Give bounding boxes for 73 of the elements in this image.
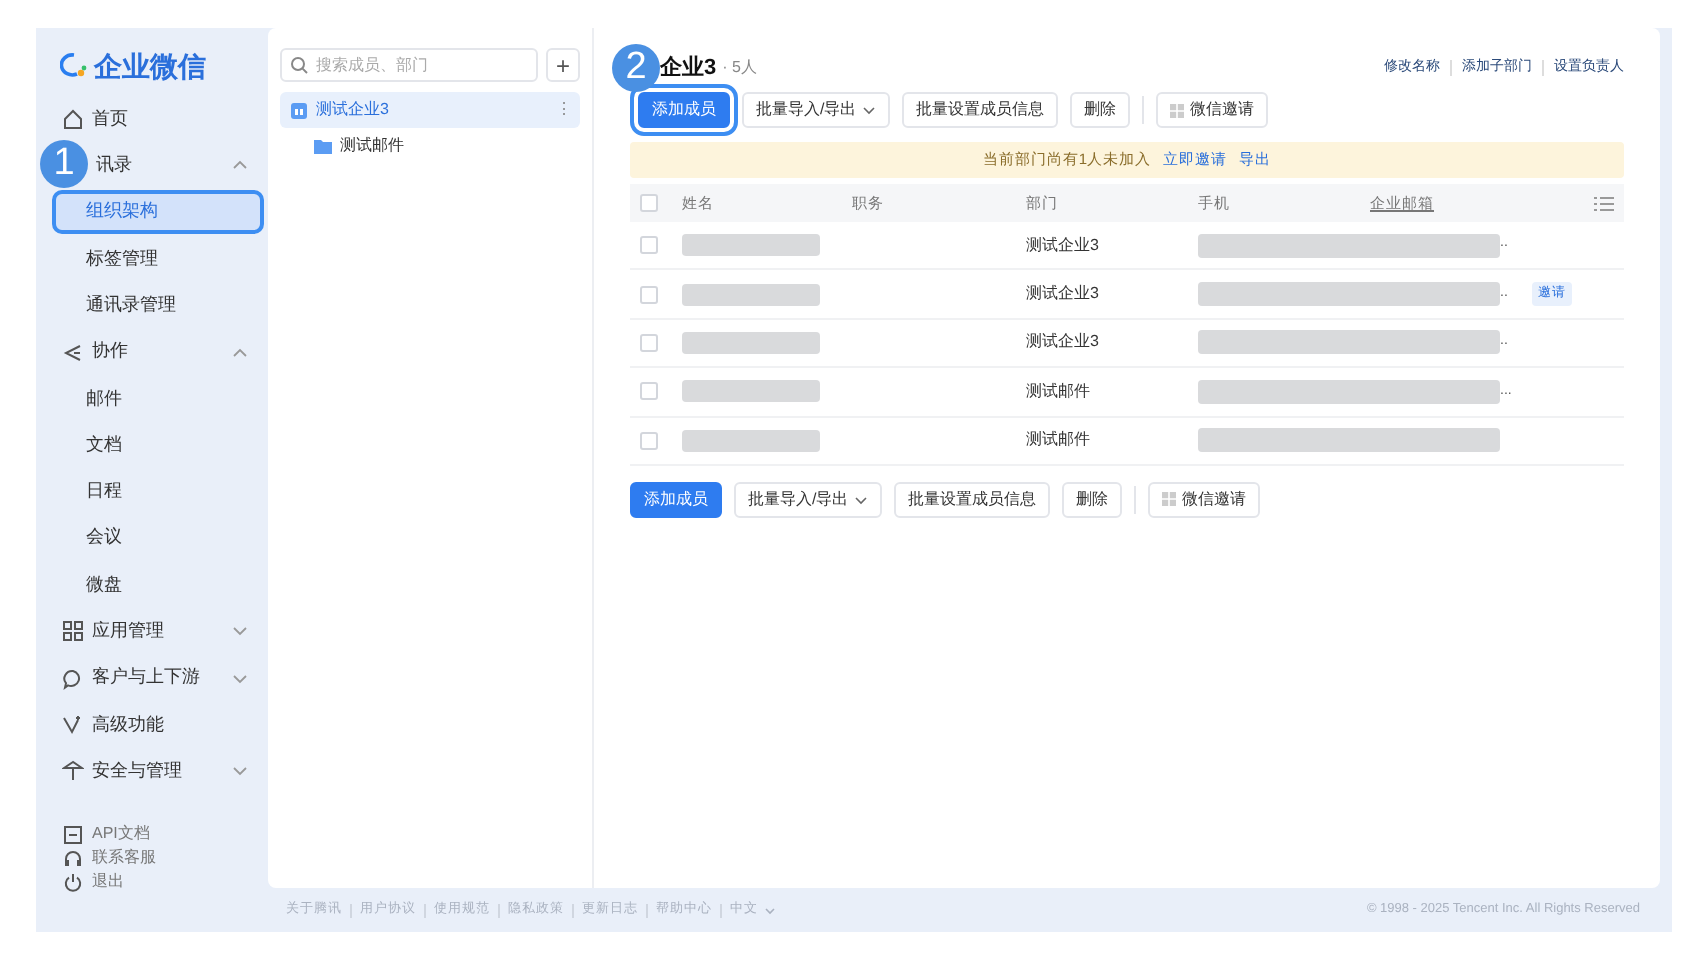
sidebar-link[interactable]: 联系客服 (56, 846, 268, 871)
tree-item[interactable]: 测试企业3 ⋮ (280, 92, 580, 128)
checkbox[interactable] (640, 285, 658, 304)
chevron-down-icon (854, 493, 869, 506)
checkbox[interactable] (640, 431, 658, 450)
sidebar-item[interactable]: 通讯录管理 (56, 287, 260, 324)
toolbar-button[interactable]: 微信邀请 (1148, 481, 1261, 518)
sidebar-item[interactable]: 日程 (56, 473, 260, 510)
logo-text: 企业微信 (94, 52, 206, 80)
checkbox[interactable] (640, 382, 658, 401)
toolbar-button[interactable]: 批量设置成员信息 (894, 481, 1051, 518)
checkbox[interactable] (640, 194, 658, 212)
search-icon (290, 56, 308, 74)
sidebar-item[interactable]: 客户与上下游 (56, 660, 268, 697)
department-title: 企业3 (660, 53, 717, 84)
power-icon (62, 871, 84, 894)
grid-icon (1162, 492, 1177, 507)
toolbar-button[interactable]: 批量导入/导出 (734, 481, 883, 518)
redacted-bar (682, 234, 820, 257)
table-cell-text: 测试邮件 (1026, 379, 1092, 404)
logo-icon (60, 52, 88, 80)
table-cell-text: 测试企业3 (1026, 282, 1101, 307)
sidebar-item[interactable]: 邮件 (56, 380, 260, 417)
headset-icon (62, 847, 84, 870)
redacted-bar (682, 331, 820, 354)
add-button[interactable]: + (546, 48, 580, 82)
sidebar-item[interactable]: 微盘 (56, 566, 260, 603)
tree-item[interactable]: 测试邮件 (280, 128, 580, 164)
chevron-down-icon (232, 671, 248, 686)
redacted-bar (682, 429, 820, 452)
redacted-bar (682, 283, 820, 306)
sidebar-link[interactable]: 退出 (56, 870, 268, 895)
sidebar-item[interactable]: 会议 (56, 520, 260, 557)
toolbar-button[interactable]: 批量设置成员信息 (902, 92, 1059, 128)
sidebar-item[interactable]: 应用管理 (56, 613, 268, 650)
chevron-down-icon (764, 905, 776, 915)
sidebar-item[interactable]: 标签管理 (56, 240, 260, 277)
sidebar-item[interactable]: 讯录 (90, 147, 268, 184)
search-field[interactable]: 搜索成员、部门 (280, 48, 538, 82)
share-icon (62, 341, 84, 364)
sidebar-item[interactable]: 协作 (56, 334, 268, 371)
sidebar-item[interactable]: 安全与管理 (56, 753, 268, 790)
grid-icon (62, 620, 84, 643)
chevron-up-icon (232, 345, 248, 360)
table-cell-text: 测试企业3 (1026, 330, 1101, 355)
folder-icon (314, 137, 332, 155)
chevron-down-icon (232, 624, 248, 639)
toolbar-button[interactable]: 微信邀请 (1156, 92, 1269, 128)
sidebar-item[interactable]: 文档 (56, 427, 260, 464)
sidebar-item[interactable]: 组织架构 (56, 194, 260, 231)
document-icon (62, 823, 84, 846)
toolbar-button[interactable]: 添加成员 (630, 481, 722, 518)
toolbar-button[interactable]: 删除 (1070, 92, 1131, 128)
grid-icon (1170, 103, 1185, 117)
toolbar-button[interactable]: 删除 (1062, 481, 1123, 518)
home-icon (62, 108, 84, 131)
sidebar-link[interactable]: API文档 (56, 822, 268, 847)
building-icon (290, 101, 308, 119)
chevron-up-icon (232, 158, 248, 173)
table-cell-text: 测试企业3 (1026, 233, 1101, 258)
redacted-bar (682, 380, 820, 403)
checkbox[interactable] (640, 333, 658, 352)
table-cell-text: 测试邮件 (1026, 428, 1092, 453)
chevron-down-icon (862, 104, 877, 116)
list-icon (1594, 195, 1614, 211)
toolbar-button[interactable]: 批量导入/导出 (742, 92, 891, 128)
sidebar-item[interactable]: 首页 (56, 101, 268, 138)
sidebar-item[interactable]: 高级功能 (56, 706, 268, 743)
checkbox[interactable] (640, 236, 658, 255)
step-badge: 1 (40, 140, 88, 188)
chat-bubble-icon (62, 667, 84, 690)
member-count: · 5人 (722, 56, 757, 80)
chevron-down-icon (232, 764, 248, 779)
